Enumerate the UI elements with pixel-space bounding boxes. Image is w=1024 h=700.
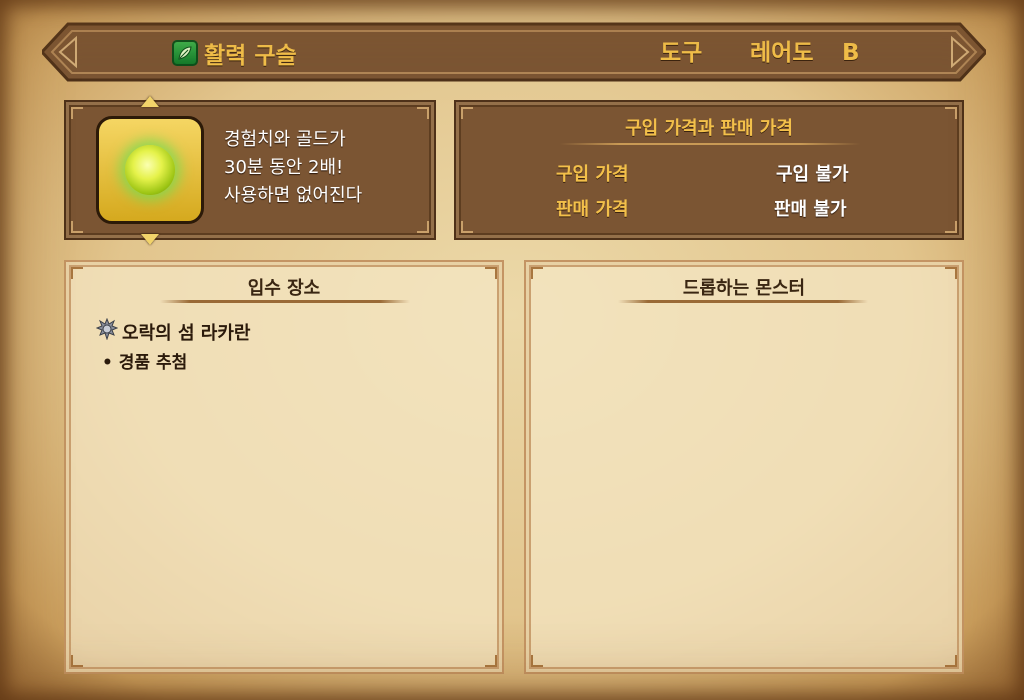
divider <box>160 300 410 303</box>
item-category: 도구 <box>660 40 703 66</box>
drop-monsters-panel <box>524 260 964 674</box>
drop-panel-title: 드롭하는 몬스터 <box>682 278 806 299</box>
item-icon-frame <box>96 116 204 224</box>
scroll-down-arrow-icon[interactable] <box>141 234 159 245</box>
bullet: • <box>102 353 113 373</box>
description-line: 사용하면 없어진다 <box>224 185 363 206</box>
rarity-value: B <box>842 40 860 66</box>
rarity-label: 레어도 <box>750 40 814 66</box>
obtain-panel-title: 입수 장소 <box>247 278 321 299</box>
buy-price-label: 구입 가격 <box>556 164 629 185</box>
buy-price-value: 구입 불가 <box>776 164 849 185</box>
leaf-icon <box>172 40 198 66</box>
divider <box>560 143 860 145</box>
obtain-method: • 경품 추첨 <box>102 348 187 373</box>
glowing-orb-icon <box>125 145 175 195</box>
obtain-method-text: 경품 추첨 <box>118 353 188 373</box>
obtain-location-item[interactable]: 오락의 섬 라카란 <box>95 317 251 345</box>
price-panel-title: 구입 가격과 판매 가격 <box>625 118 793 139</box>
description-line: 30분 동안 2배! <box>224 157 344 178</box>
sell-price-label: 판매 가격 <box>556 199 629 220</box>
divider <box>618 300 868 303</box>
spiky-shell-icon <box>95 317 119 345</box>
description-line: 경험치와 골드가 <box>224 129 346 150</box>
item-title: 활력 구슬 <box>172 38 297 69</box>
item-description: 경험치와 골드가 30분 동안 2배! 사용하면 없어진다 <box>224 126 362 210</box>
location-name: 오락의 섬 라카란 <box>122 322 251 344</box>
item-name: 활력 구슬 <box>204 43 297 69</box>
sell-price-value: 판매 불가 <box>774 199 847 220</box>
scroll-up-arrow-icon[interactable] <box>141 96 159 107</box>
